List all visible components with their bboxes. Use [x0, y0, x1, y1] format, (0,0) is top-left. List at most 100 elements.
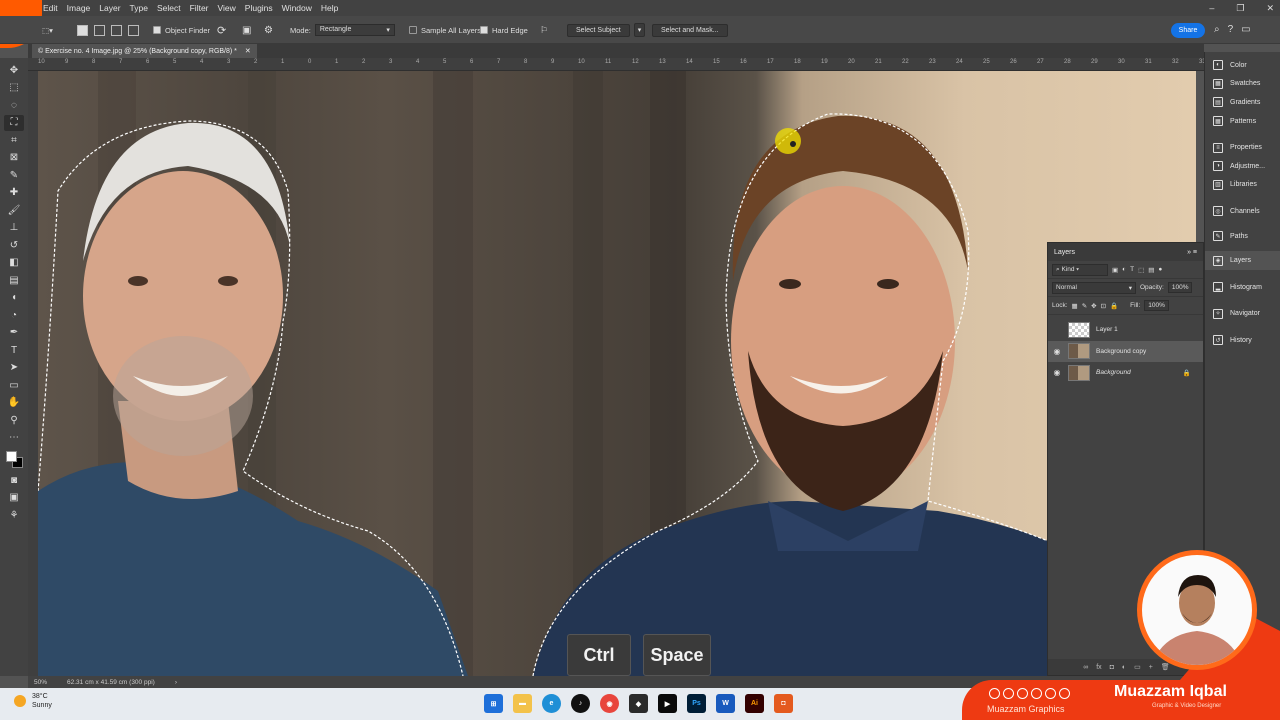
menu-select[interactable]: Select — [157, 3, 181, 13]
dock-history[interactable]: ↺ History — [1205, 331, 1280, 350]
screen-mode-icon[interactable]: ▣ — [4, 490, 24, 507]
fill-input[interactable]: 100% — [1144, 300, 1169, 311]
close-tab-icon[interactable]: ✕ — [245, 47, 251, 55]
illustrator-icon[interactable]: Ai — [745, 694, 764, 713]
clone-stamp-icon[interactable]: ⊥ — [4, 220, 24, 237]
sample-all-layers-checkbox[interactable] — [409, 26, 417, 34]
lasso-tool-icon[interactable]: ◌ — [4, 97, 24, 114]
document-tab[interactable]: © Exercise no. 4 Image.jpg @ 25% (Backgr… — [32, 44, 257, 58]
dock-properties[interactable]: ≡ Properties — [1205, 138, 1280, 157]
edge-icon[interactable]: e — [542, 694, 561, 713]
share-button[interactable]: Share — [1171, 23, 1205, 38]
dock-swatches[interactable]: ▦ Swatches — [1205, 75, 1280, 94]
new-layer-icon[interactable]: + — [1149, 664, 1153, 671]
workspace-icon[interactable]: ▭ — [1241, 24, 1250, 35]
dodge-tool-icon[interactable]: ◔ — [4, 307, 24, 324]
help-icon[interactable]: ? — [1228, 24, 1234, 35]
filter-icon[interactable]: ⚐ — [540, 23, 548, 37]
rectangle-tool-icon[interactable]: ▭ — [4, 377, 24, 394]
mode-select[interactable]: Rectangle ▾ — [314, 24, 395, 36]
adjustment-layer-icon[interactable]: ◐ — [1122, 664, 1126, 671]
menu-window[interactable]: Window — [282, 3, 312, 13]
type-tool-icon[interactable]: T — [4, 342, 24, 359]
dock-histogram[interactable]: ▂ Histogram — [1205, 278, 1280, 297]
filter-adjustment-icon[interactable]: ◐ — [1122, 266, 1126, 273]
dock-layers[interactable]: ◈ Layers — [1205, 251, 1280, 270]
subtract-selection-icon[interactable] — [111, 24, 122, 36]
layer-row[interactable]: ◉ Background copy — [1048, 340, 1203, 362]
dock-patterns[interactable]: ▦ Patterns — [1205, 112, 1280, 131]
gear-icon[interactable]: ⚙ — [264, 23, 273, 37]
menu-layer[interactable]: Layer — [99, 3, 120, 13]
dock-paths[interactable]: ✎ Paths — [1205, 227, 1280, 246]
eye-icon[interactable]: ◉ — [1052, 347, 1062, 356]
minimize-icon[interactable]: – — [1209, 3, 1214, 13]
foreground-color[interactable] — [6, 451, 17, 462]
weather-widget[interactable]: 38°C Sunny — [14, 692, 52, 710]
lock-image-icon[interactable]: ✎ — [1082, 302, 1087, 310]
eraser-tool-icon[interactable]: ◧ — [4, 255, 24, 272]
eyedropper-tool-icon[interactable]: ✎ — [4, 167, 24, 184]
lock-all-icon[interactable]: 🔒 — [1110, 302, 1118, 310]
menu-view[interactable]: View — [218, 3, 236, 13]
layer-row[interactable]: Layer 1 — [1048, 319, 1203, 341]
object-finder-checkbox[interactable] — [153, 26, 161, 34]
more-tools-icon[interactable]: ⋯ — [4, 430, 24, 447]
healing-brush-icon[interactable]: ✚ — [4, 185, 24, 202]
show-all-objects-icon[interactable]: ▣ — [242, 23, 251, 37]
blur-tool-icon[interactable]: ◖ — [4, 290, 24, 307]
add-mask-icon[interactable]: ◘ — [1110, 664, 1114, 671]
app-icon[interactable]: ◆ — [629, 694, 648, 713]
sample-all-layers-toggle[interactable]: Sample All Layers — [409, 23, 481, 37]
share-feedback-icon[interactable]: ⚘ — [4, 507, 24, 524]
windows-start-icon[interactable]: ⊞ — [484, 694, 503, 713]
hand-tool-icon[interactable]: ✋ — [4, 395, 24, 412]
object-finder-toggle[interactable]: Object Finder — [153, 23, 210, 37]
hard-edge-toggle[interactable]: Hard Edge — [480, 23, 528, 37]
group-icon[interactable]: ▭ — [1134, 663, 1141, 671]
path-selection-icon[interactable]: ➤ — [4, 360, 24, 377]
select-subject-dropdown[interactable]: ▾ — [633, 23, 646, 37]
restore-icon[interactable]: ❐ — [1236, 3, 1244, 14]
filter-smart-icon[interactable]: ▤ — [1148, 266, 1154, 274]
dock-channels[interactable]: ◎ Channels — [1205, 202, 1280, 221]
filter-type-icon[interactable]: T — [1130, 266, 1134, 273]
intersect-selection-icon[interactable] — [128, 24, 139, 36]
dock-navigator[interactable]: ✧ Navigator — [1205, 305, 1280, 324]
dock-libraries[interactable]: ▥ Libraries — [1205, 176, 1280, 195]
chevron-right-icon[interactable]: › — [175, 679, 177, 686]
history-brush-icon[interactable]: ↺ — [4, 237, 24, 254]
marquee-tool-icon[interactable]: ⬚ — [4, 80, 24, 97]
object-selection-tool-icon[interactable]: ⛶ — [4, 114, 24, 131]
search-icon[interactable]: ⌕ — [1214, 24, 1220, 35]
menu-filter[interactable]: Filter — [190, 3, 209, 13]
layer-row[interactable]: ◉ Background 🔒 — [1048, 362, 1203, 384]
dock-adjustments[interactable]: ◑ Adjustme... — [1205, 157, 1280, 176]
menu-edit[interactable]: Edit — [43, 3, 58, 13]
tiktok-icon[interactable]: ♪ — [571, 694, 590, 713]
menu-image[interactable]: Image — [67, 3, 91, 13]
brush-tool-icon[interactable]: 🖌 — [4, 202, 24, 219]
gradient-tool-icon[interactable]: ▤ — [4, 272, 24, 289]
app2-icon[interactable]: ◘ — [774, 694, 793, 713]
zoom-level[interactable]: 50% — [34, 679, 47, 686]
lock-artboard-icon[interactable]: ⊡ — [1101, 302, 1106, 310]
quick-mask-icon[interactable]: ◙ — [4, 472, 24, 489]
add-selection-icon[interactable] — [94, 24, 105, 36]
filter-shape-icon[interactable]: ⬚ — [1138, 266, 1144, 274]
trash-icon[interactable]: 🗑 — [1161, 663, 1170, 671]
color-swatches[interactable] — [4, 449, 24, 469]
refresh-icon[interactable]: ⟳ — [217, 23, 226, 37]
lock-position-icon[interactable]: ✥ — [1091, 302, 1096, 310]
eye-icon[interactable]: ◉ — [1052, 368, 1062, 377]
menu-help[interactable]: Help — [321, 3, 338, 13]
close-icon[interactable]: ✕ — [1266, 3, 1274, 14]
dock-color[interactable]: ◐ Color — [1205, 56, 1280, 75]
photoshop-icon[interactable]: Ps — [687, 694, 706, 713]
menu-plugins[interactable]: Plugins — [245, 3, 273, 13]
filter-pixel-icon[interactable]: ▣ — [1112, 266, 1118, 274]
crop-tool-icon[interactable]: ⌗ — [4, 132, 24, 149]
chrome-icon[interactable]: ◉ — [600, 694, 619, 713]
dock-gradients[interactable]: ▤ Gradients — [1205, 93, 1280, 112]
tool-preset-icon[interactable]: ⬚▾ — [42, 23, 53, 37]
